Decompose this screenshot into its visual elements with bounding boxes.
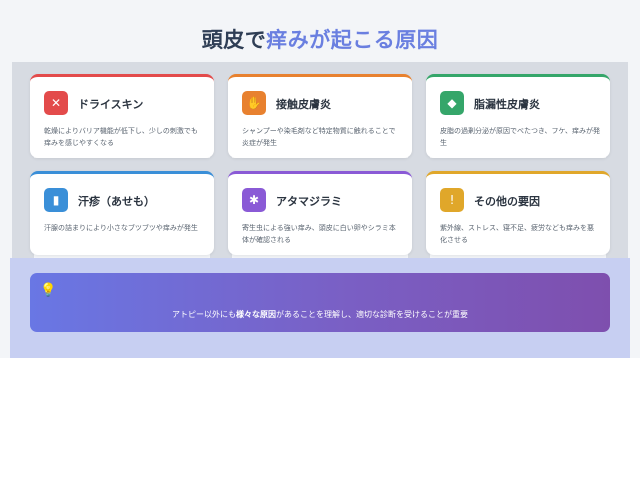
cause-card: ✱ アタマジラミ 寄生虫による強い痒み、頭皮に白い卵やシラミ本体が確認される	[228, 171, 412, 255]
cause-card: ✕ ドライスキン 乾燥によりバリア機能が低下し、少しの刺激でも痒みを感じやすくな…	[30, 74, 214, 158]
summary-banner: 💡 アトピー以外にも様々な原因があることを理解し、適切な診断を受けることが重要	[30, 273, 610, 332]
title-text: 頭皮で	[201, 28, 267, 52]
cause-card: ! その他の要因 紫外線、ストレス、寝不足、疲労なども痒みを悪化させる	[426, 171, 610, 255]
summary-text: アトピー以外にも様々な原因があることを理解し、適切な診断を受けることが重要	[30, 309, 610, 320]
cause-card: ◆ 脂漏性皮膚炎 皮脂の過剰分泌が原因でべたつき、フケ、痒みが発生	[426, 74, 610, 158]
card-description: 皮脂の過剰分泌が原因でべたつき、フケ、痒みが発生	[440, 127, 600, 147]
card-description: シャンプーや染毛剤など特定物質に触れることで炎症が発生	[242, 127, 396, 147]
title-highlight: 痒みが起こる原因	[266, 28, 439, 52]
card-description: 紫外線、ストレス、寝不足、疲労なども痒みを悪化させる	[440, 224, 594, 244]
page-title: 頭皮で痒みが起こる原因	[0, 24, 640, 54]
grid-band	[12, 158, 628, 172]
card-title: 脂漏性皮膚炎	[474, 98, 540, 111]
hand-icon: ✋	[242, 91, 266, 115]
card-title: アタマジラミ	[276, 195, 342, 208]
card-title: 接触皮膚炎	[276, 98, 331, 111]
card-description: 乾燥によりバリア機能が低下し、少しの刺激でも痒みを感じやすくなる	[44, 127, 198, 147]
card-title: その他の要因	[474, 195, 540, 208]
cause-card: ✋ 接触皮膚炎 シャンプーや染毛剤など特定物質に触れることで炎症が発生	[228, 74, 412, 158]
cause-card: ▮ 汗疹（あせも） 汗腺の詰まりにより小さなブツブツや痒みが発生	[30, 171, 214, 255]
lightbulb-icon: 💡	[40, 283, 57, 298]
summary-text-part: があることを理解し、適切な診断を受けることが重要	[276, 310, 468, 319]
summary-text-bold: 様々な原因	[236, 310, 276, 319]
summary-text-part: アトピー以外にも	[172, 310, 236, 319]
bug-icon: ✱	[242, 188, 266, 212]
card-title: 汗疹（あせも）	[78, 195, 155, 208]
card-description: 寄生虫による強い痒み、頭皮に白い卵やシラミ本体が確認される	[242, 224, 396, 244]
no-water-icon: ✕	[44, 91, 68, 115]
oil-icon: ◆	[440, 91, 464, 115]
card-title: ドライスキン	[78, 98, 144, 111]
card-description: 汗腺の詰まりにより小さなブツブツや痒みが発生	[44, 224, 198, 232]
slide: 頭皮で痒みが起こる原因 ✕ ドライスキン 乾燥によりバリア機能が低下し、少しの刺…	[0, 0, 640, 358]
info-icon: !	[440, 188, 464, 212]
thermometer-icon: ▮	[44, 188, 68, 212]
